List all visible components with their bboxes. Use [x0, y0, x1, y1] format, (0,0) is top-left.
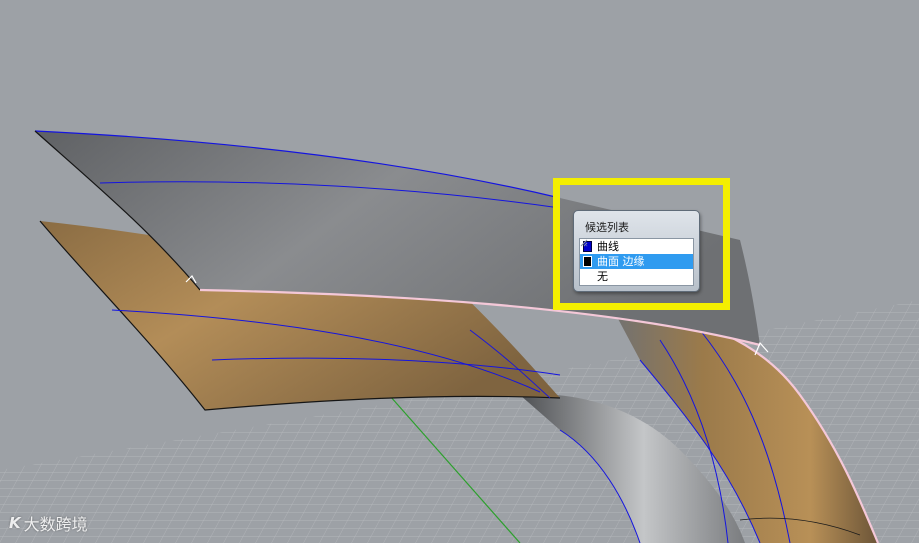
list-item-curve[interactable]: 曲线	[580, 239, 693, 254]
resize-grip-icon[interactable]	[580, 239, 588, 247]
selection-candidate-popup[interactable]: 候选列表 曲线 曲面 边缘 无	[573, 210, 700, 292]
watermark: K 大数跨境	[9, 512, 88, 534]
list-item-surface-edge[interactable]: 曲面 边缘	[580, 254, 693, 269]
viewport-canvas	[0, 130, 919, 543]
watermark-logo-icon: K	[9, 514, 21, 532]
list-item-label: 无	[597, 270, 608, 283]
3d-viewport[interactable]: 候选列表 曲线 曲面 边缘 无 K 大数跨境	[0, 0, 919, 543]
candidate-list[interactable]: 曲线 曲面 边缘 无	[579, 238, 694, 286]
list-item-label: 曲面 边缘	[597, 255, 645, 268]
list-item-none[interactable]: 无	[580, 269, 693, 284]
popup-title: 候选列表	[585, 221, 629, 234]
list-item-label: 曲线	[597, 240, 619, 253]
surface-edge-swatch-icon	[583, 256, 592, 267]
watermark-text: 大数跨境	[23, 515, 88, 534]
